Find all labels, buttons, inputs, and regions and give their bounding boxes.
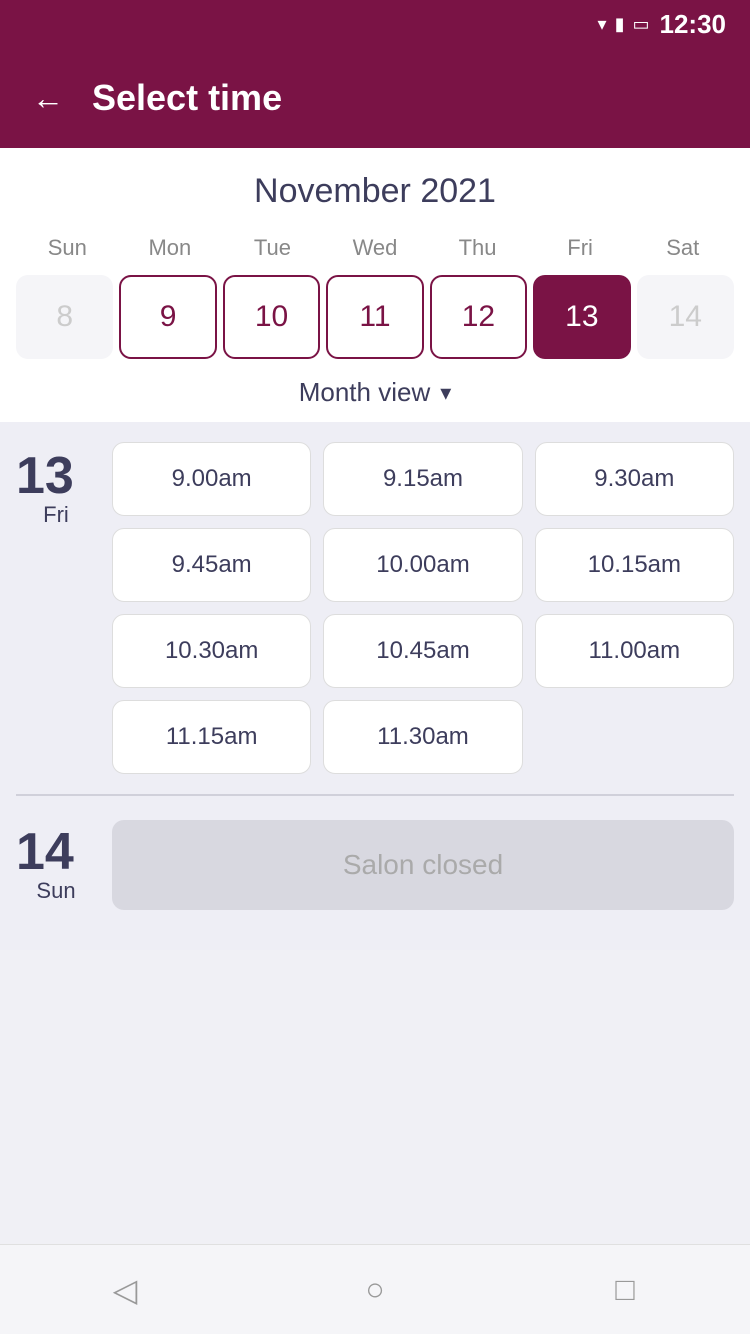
day-11[interactable]: 11 [326,275,423,359]
page-title: Select time [92,77,282,119]
day-13-label: 13 Fri [16,442,96,774]
status-icons: ▾ ▮ ▭ [598,14,650,35]
slot-1015am[interactable]: 10.15am [535,528,734,602]
weekday-headers: Sun Mon Tue Wed Thu Fri Sat [16,231,734,265]
nav-home-button[interactable]: ○ [345,1260,405,1320]
nav-bar: ◁ ○ □ [0,1244,750,1334]
month-view-toggle[interactable]: Month view ▾ [16,359,734,422]
day-12[interactable]: 12 [430,275,527,359]
slot-1000am[interactable]: 10.00am [323,528,522,602]
day-14-schedule: 14 Sun Salon closed [16,820,734,910]
days-row: 8 9 10 11 12 13 14 [16,275,734,359]
schedule-section: 13 Fri 9.00am 9.15am 9.30am 9.45am 10.00… [0,422,750,950]
day-14-label: 14 Sun [16,826,96,904]
weekday-tue: Tue [221,231,324,265]
day-13-name: Fri [16,502,96,528]
slot-1100am[interactable]: 11.00am [535,614,734,688]
day-13-number: 13 [16,450,96,502]
status-time: 12:30 [660,9,727,40]
signal-icon: ▮ [615,14,625,35]
weekday-thu: Thu [426,231,529,265]
slot-945am[interactable]: 9.45am [112,528,311,602]
slot-900am[interactable]: 9.00am [112,442,311,516]
wifi-icon: ▾ [598,14,607,35]
day-13[interactable]: 13 [533,275,630,359]
back-button[interactable]: ← [32,80,64,117]
weekday-fri: Fri [529,231,632,265]
slot-915am[interactable]: 9.15am [323,442,522,516]
month-title: November 2021 [16,172,734,211]
salon-closed-box: Salon closed [112,820,734,910]
calendar-section: November 2021 Sun Mon Tue Wed Thu Fri Sa… [0,148,750,422]
slot-1115am[interactable]: 11.15am [112,700,311,774]
day-14-number: 14 [16,826,96,878]
day-14-name: Sun [16,878,96,904]
slot-1130am[interactable]: 11.30am [323,700,522,774]
nav-back-button[interactable]: ◁ [95,1260,155,1320]
battery-icon: ▭ [632,14,649,35]
month-view-label: Month view [299,377,431,408]
nav-recent-button[interactable]: □ [595,1260,655,1320]
status-bar: ▾ ▮ ▭ 12:30 [0,0,750,48]
day-8: 8 [16,275,113,359]
app-header: ← Select time [0,48,750,148]
day-13-schedule: 13 Fri 9.00am 9.15am 9.30am 9.45am 10.00… [16,442,734,774]
slot-1030am[interactable]: 10.30am [112,614,311,688]
weekday-mon: Mon [119,231,222,265]
day-14: 14 [637,275,734,359]
weekday-sat: Sat [631,231,734,265]
time-slots-grid-13: 9.00am 9.15am 9.30am 9.45am 10.00am 10.1… [112,442,734,774]
slot-1045am[interactable]: 10.45am [323,614,522,688]
day-10[interactable]: 10 [223,275,320,359]
day-9[interactable]: 9 [119,275,216,359]
day-divider [16,794,734,796]
slot-930am[interactable]: 9.30am [535,442,734,516]
salon-closed-label: Salon closed [343,849,503,881]
weekday-sun: Sun [16,231,119,265]
weekday-wed: Wed [324,231,427,265]
chevron-down-icon: ▾ [440,380,451,406]
